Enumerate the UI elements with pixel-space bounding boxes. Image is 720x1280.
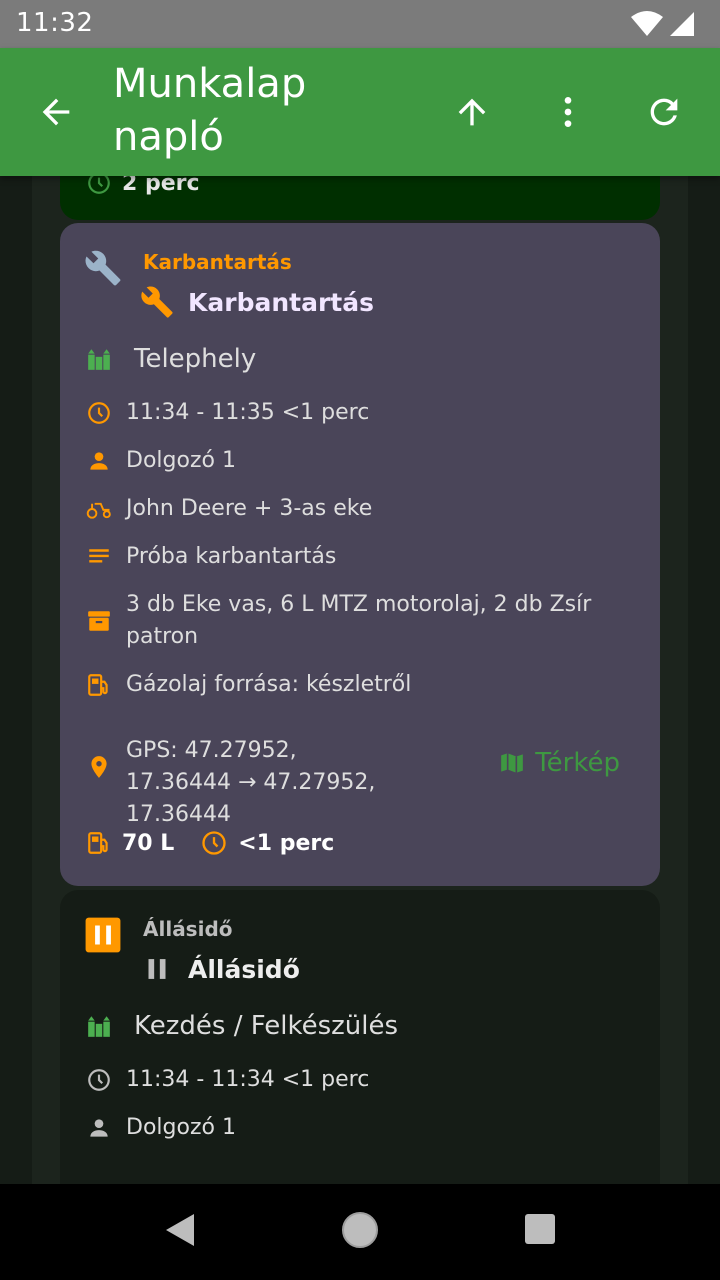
site-icon [88, 1016, 110, 1037]
machine-row: John Deere + 3-as eke [86, 493, 372, 525]
worker-row: Dolgozó 1 [86, 445, 236, 477]
time-text: 11:34 - 11:34 <1 perc [126, 1067, 370, 1092]
nav-recents-button[interactable] [524, 1210, 556, 1254]
materials-text: 3 db Eke vas, 6 L MTZ motorolaj, 2 db Zs… [126, 592, 592, 649]
wrench-icon [141, 286, 173, 318]
arrow-up-icon [458, 98, 486, 126]
duration-text: <1 perc [238, 830, 335, 856]
worker-text: Dolgozó 1 [126, 1115, 236, 1140]
more-options-button[interactable] [540, 84, 596, 140]
note-text: Próba karbantartás [126, 544, 337, 569]
clock-icon [88, 402, 110, 424]
location-pin-icon [91, 756, 107, 778]
clock-icon [88, 1069, 110, 1091]
maintenance-entry-card[interactable]: Karbantartás Karbantartás Telephely 11:3… [60, 223, 660, 886]
nav-recents-icon [525, 1214, 555, 1244]
gps-row: GPS: 47.27952, 17.36444 → 47.27952, 17.3… [86, 735, 406, 831]
note-row: Próba karbantartás [86, 541, 336, 573]
summary-row: 70 L <1 perc [86, 829, 334, 857]
person-icon [90, 452, 108, 470]
refresh-icon [650, 98, 678, 126]
worker-text: Dolgozó 1 [126, 448, 236, 473]
fuel-pump-icon [88, 832, 108, 854]
fuel-amount: 70 L [122, 830, 175, 856]
wrench-icon [84, 249, 122, 291]
back-button[interactable] [28, 84, 84, 140]
nav-back-icon [166, 1214, 194, 1246]
signal-icon [670, 12, 694, 36]
clock-icon [202, 831, 226, 855]
nav-back-button[interactable] [160, 1210, 200, 1254]
machine-text: John Deere + 3-as eke [126, 496, 373, 521]
pause-box-icon [84, 916, 122, 958]
time-text: 11:34 - 11:35 <1 perc [126, 400, 370, 425]
status-time: 11:32 [16, 8, 94, 38]
back-arrow-icon [42, 98, 70, 126]
refresh-button[interactable] [636, 84, 692, 140]
wifi-icon [631, 11, 663, 36]
worker-row: Dolgozó 1 [86, 1112, 236, 1144]
archive-icon [88, 611, 110, 631]
materials-row: 3 db Eke vas, 6 L MTZ motorolaj, 2 db Zs… [86, 589, 606, 653]
category-label: Állásidő [143, 917, 233, 941]
stop-time-entry-card[interactable]: Állásidő Állásidő Kezdés / Felkészülés 1… [60, 890, 660, 1184]
site-row: Telephely [86, 343, 256, 375]
duration-row: 2 perc [86, 176, 200, 196]
person-icon [90, 1119, 108, 1137]
entry-title: Állásidő [140, 952, 300, 986]
nav-home-icon [342, 1212, 378, 1248]
map-button-label: Térkép [535, 748, 620, 778]
notes-icon [89, 549, 109, 563]
tractor-icon [86, 502, 111, 519]
entry-title: Karbantartás [140, 285, 374, 319]
category-label: Karbantartás [143, 250, 292, 274]
system-nav-bar [0, 1184, 720, 1280]
pause-icon [148, 959, 166, 979]
time-row: 11:34 - 11:34 <1 perc [86, 1064, 369, 1096]
site-text: Kezdés / Felkészülés [134, 1011, 399, 1041]
entry-title-text: Állásidő [188, 954, 300, 984]
scroll-top-button[interactable] [444, 84, 500, 140]
page-title: Munkalap napló [113, 61, 307, 160]
nav-home-button[interactable] [341, 1210, 379, 1254]
gps-text: GPS: 47.27952, 17.36444 → 47.27952, 17.3… [126, 738, 376, 827]
map-icon [501, 753, 524, 774]
more-vert-icon [564, 97, 572, 127]
fuel-source-row: Gázolaj forrása: készletről [86, 669, 411, 701]
map-button[interactable]: Térkép [499, 748, 620, 778]
site-text: Telephely [134, 344, 257, 374]
status-bar: 11:32 [0, 0, 720, 48]
previous-entry-card[interactable]: 2 perc [60, 176, 660, 220]
site-row: Kezdés / Felkészülés [86, 1010, 398, 1042]
site-icon [88, 349, 110, 370]
time-row: 11:34 - 11:35 <1 perc [86, 397, 369, 429]
app-bar: Munkalap napló [0, 48, 720, 176]
work-log-list[interactable]: 2 perc Karbantartás Karbantartás Telephe… [32, 176, 688, 1184]
status-icons [630, 10, 696, 38]
entry-title-text: Karbantartás [188, 287, 374, 317]
clock-icon [88, 176, 110, 194]
fuel-source-text: Gázolaj forrása: készletről [126, 672, 412, 697]
duration-text: 2 perc [122, 176, 200, 196]
fuel-pump-icon [88, 674, 108, 696]
